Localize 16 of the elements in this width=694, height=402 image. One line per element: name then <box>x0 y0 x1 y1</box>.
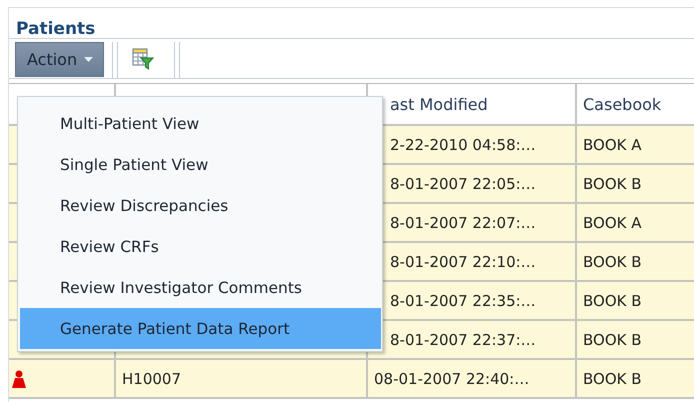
table-cell: 8-01-2007 22:10:… <box>390 252 536 270</box>
table-cell: H10007 <box>122 370 181 388</box>
table-cell: BOOK A <box>583 214 642 232</box>
table-cell: 8-01-2007 22:35:… <box>390 292 536 310</box>
table-cell: 8-01-2007 22:37:… <box>390 330 536 348</box>
table-cell: 8-01-2007 22:05:… <box>390 174 536 192</box>
table-cell: 08-01-2007 22:40:… <box>374 370 530 388</box>
panel-title: Patients <box>15 18 96 38</box>
table-cell: BOOK A <box>583 136 642 154</box>
table-cell: BOOK B <box>583 330 642 348</box>
table-cell: BOOK B <box>583 370 642 388</box>
table-cell: BOOK B <box>583 174 642 192</box>
table-cell: 2-22-2010 04:58:… <box>390 136 536 154</box>
table-cell: BOOK B <box>583 292 642 310</box>
table-cell: BOOK B <box>583 252 642 270</box>
table-cell: 8-01-2007 22:07:… <box>390 214 536 232</box>
